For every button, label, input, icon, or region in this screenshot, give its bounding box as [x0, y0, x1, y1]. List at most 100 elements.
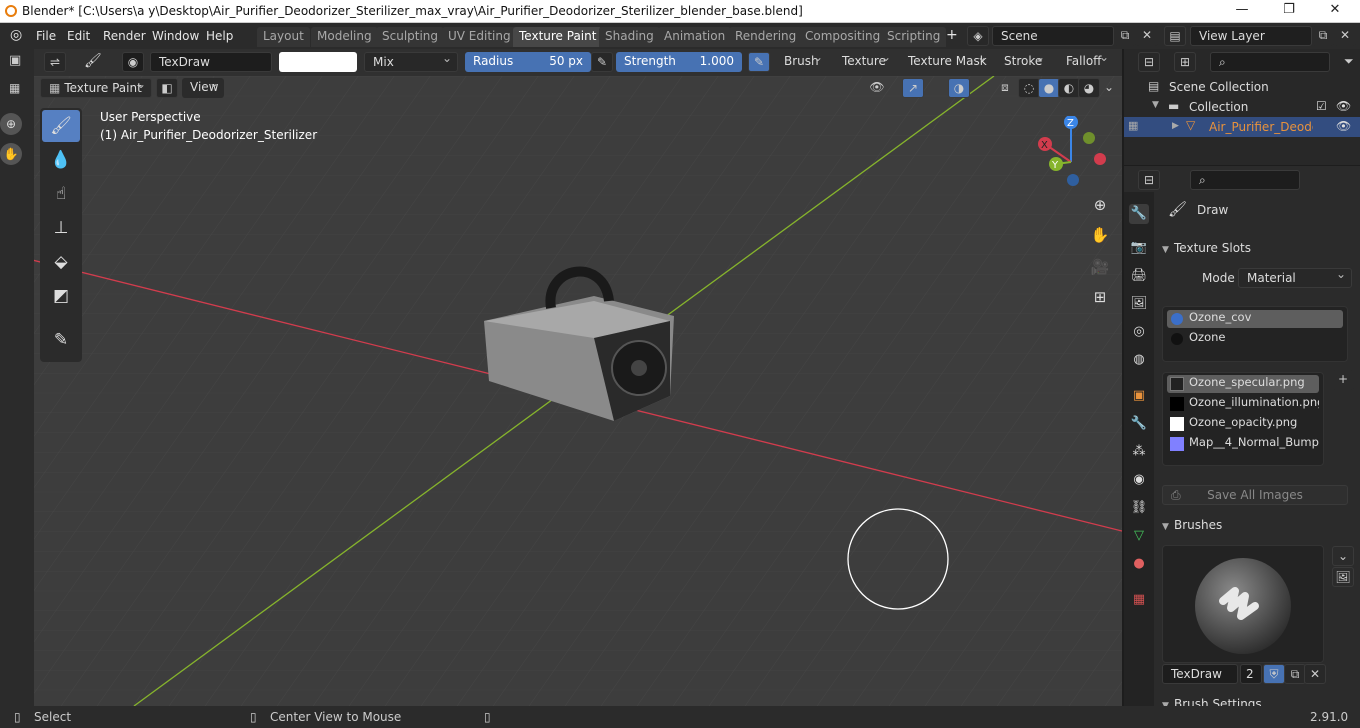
- scene-collection-label[interactable]: Scene Collection: [1169, 80, 1269, 94]
- object-label[interactable]: Air_Purifier_Deodoriz: [1209, 120, 1313, 134]
- navigation-gizmo[interactable]: Z X Y: [1029, 116, 1119, 196]
- tab-layout[interactable]: Layout: [257, 27, 310, 47]
- collection-label[interactable]: Collection: [1189, 100, 1248, 114]
- add-workspace-icon[interactable]: +: [946, 27, 958, 43]
- modifier-tab-icon[interactable]: 🔧: [1129, 414, 1149, 434]
- slot-mode-dropdown[interactable]: Material: [1238, 267, 1352, 288]
- collection-visibility-icon[interactable]: 👁: [1336, 99, 1351, 113]
- tab-rendering[interactable]: Rendering: [729, 27, 803, 47]
- tool-settings-icon[interactable]: ⇌: [44, 52, 66, 72]
- world-tab-icon[interactable]: ◍: [1129, 350, 1149, 370]
- editor-type-icon[interactable]: ▣: [9, 53, 21, 68]
- tab-shading[interactable]: Shading: [599, 27, 660, 47]
- view-layer-copy-icon[interactable]: ⧉: [1312, 26, 1334, 46]
- falloff-popover[interactable]: Falloff: [1058, 50, 1114, 72]
- blend-mode-dropdown[interactable]: Mix: [364, 51, 458, 72]
- menu-edit[interactable]: Edit: [67, 29, 90, 43]
- view-layer-field[interactable]: View Layer: [1190, 26, 1312, 46]
- close-button[interactable]: ✕: [1325, 2, 1345, 17]
- perspective-toggle-icon[interactable]: ⊞: [1087, 284, 1113, 310]
- menu-window[interactable]: Window: [152, 29, 199, 43]
- material-list[interactable]: Ozone_cov Ozone: [1162, 306, 1348, 362]
- brush-preview[interactable]: [1162, 545, 1324, 663]
- view-menu[interactable]: View: [182, 76, 224, 98]
- brush-popover[interactable]: Brush: [776, 50, 828, 72]
- radius-pressure-icon[interactable]: ✎: [591, 52, 613, 72]
- material-item-ozone-cov[interactable]: Ozone_cov: [1167, 310, 1343, 328]
- render-tab-icon[interactable]: 📷: [1129, 238, 1149, 258]
- particles-tab-icon[interactable]: ⁂: [1129, 442, 1149, 462]
- tab-compositing[interactable]: Compositing: [799, 27, 887, 47]
- data-tab-icon[interactable]: ▽: [1129, 526, 1149, 546]
- image-item-normal-bump[interactable]: Map__4_Normal_Bump....: [1167, 435, 1319, 453]
- radius-slider[interactable]: Radius 50 px: [465, 52, 591, 72]
- tab-animation[interactable]: Animation: [658, 27, 732, 47]
- smear-tool-icon[interactable]: ☝: [42, 178, 80, 210]
- zoom-icon[interactable]: ⊕: [0, 113, 22, 135]
- menu-help[interactable]: Help: [206, 29, 233, 43]
- texture-popover[interactable]: Texture: [834, 50, 896, 72]
- maximize-button[interactable]: ❐: [1279, 2, 1299, 17]
- image-slot-list[interactable]: Ozone_specular.png Ozone_illumination.pn…: [1162, 372, 1324, 466]
- scene-tab-icon[interactable]: ◎: [1129, 322, 1149, 342]
- material-shading-icon[interactable]: ◐: [1058, 78, 1080, 98]
- menu-render[interactable]: Render: [103, 29, 146, 43]
- material-item-ozone[interactable]: Ozone: [1167, 330, 1343, 348]
- view-layer-tab-icon[interactable]: 🖼: [1129, 294, 1149, 314]
- tab-modeling[interactable]: Modeling: [311, 27, 378, 47]
- visibility-icon[interactable]: 👁: [866, 78, 888, 98]
- add-image-slot-icon[interactable]: +: [1332, 370, 1354, 390]
- collapse-arrow-icon[interactable]: ▼: [1152, 100, 1159, 110]
- brush-icon[interactable]: 🖌: [84, 53, 102, 69]
- texture-mask-popover[interactable]: Texture Mask: [900, 50, 992, 72]
- draw-tool-icon[interactable]: 🖌: [42, 110, 80, 142]
- shading-options-icon[interactable]: ⌄: [1098, 78, 1120, 98]
- object-visibility-icon[interactable]: 👁: [1336, 119, 1351, 133]
- mode-dropdown[interactable]: ▦ Texture Paint: [40, 77, 152, 98]
- tab-uv-editing[interactable]: UV Editing: [442, 27, 517, 47]
- zoom-view-icon[interactable]: ⊕: [1087, 192, 1113, 218]
- tab-scripting[interactable]: Scripting: [881, 27, 947, 47]
- duplicate-brush-icon[interactable]: ⧉: [1284, 664, 1306, 684]
- material-tab-icon[interactable]: ●: [1129, 554, 1149, 574]
- tab-sculpting[interactable]: Sculpting: [376, 27, 445, 47]
- scene-copy-icon[interactable]: ⧉: [1114, 26, 1136, 46]
- xray-toggle-icon[interactable]: ⧈: [994, 78, 1016, 98]
- strength-slider[interactable]: Strength 1.000: [616, 52, 742, 72]
- output-tab-icon[interactable]: 🖨: [1129, 266, 1149, 286]
- annotate-tool-icon[interactable]: ✎: [42, 324, 80, 356]
- tab-texture-paint[interactable]: Texture Paint: [513, 27, 603, 47]
- brush-dropdown-icon[interactable]: ⌄: [1332, 546, 1354, 566]
- unlink-brush-icon[interactable]: ✕: [1304, 664, 1326, 684]
- fake-user-shield-icon[interactable]: ⛨: [1263, 664, 1285, 684]
- brushes-panel-header[interactable]: ▼ Brushes: [1156, 518, 1356, 540]
- display-mode-icon[interactable]: ⊞: [1174, 52, 1196, 72]
- scene-name-field[interactable]: Scene: [992, 26, 1114, 46]
- clone-tool-icon[interactable]: ⊥: [42, 212, 80, 244]
- texture-slots-panel-header[interactable]: ▼ Texture Slots: [1156, 241, 1356, 263]
- properties-search-input[interactable]: ⌕: [1190, 170, 1300, 190]
- properties-editor-type-icon[interactable]: ⊟: [1138, 170, 1160, 190]
- pan-view-icon[interactable]: ✋: [1087, 222, 1113, 248]
- texture-tab-icon[interactable]: ▦: [1129, 590, 1149, 610]
- tool-tab-icon[interactable]: 🔧: [1129, 204, 1149, 224]
- image-item-opacity[interactable]: Ozone_opacity.png: [1167, 415, 1319, 433]
- brush-users-count[interactable]: 2: [1240, 664, 1262, 684]
- solid-shading-icon[interactable]: ●: [1038, 78, 1060, 98]
- view-layer-remove-icon[interactable]: ✕: [1334, 26, 1356, 46]
- wireframe-shading-icon[interactable]: ◌: [1018, 78, 1040, 98]
- image-item-illumination[interactable]: Ozone_illumination.png: [1167, 395, 1319, 413]
- brush-name-input[interactable]: TexDraw: [1162, 664, 1238, 684]
- brush-name-field[interactable]: TexDraw: [150, 52, 272, 72]
- brush-color-swatch[interactable]: [279, 52, 357, 72]
- fill-tool-icon[interactable]: ⬙: [42, 246, 80, 278]
- pan-hand-icon[interactable]: ✋: [0, 143, 22, 165]
- soften-tool-icon[interactable]: 💧: [42, 144, 80, 176]
- scene-remove-icon[interactable]: ✕: [1136, 26, 1158, 46]
- outliner-search-input[interactable]: ⌕: [1210, 52, 1330, 72]
- blender-menu-icon[interactable]: ◎: [10, 27, 22, 43]
- physics-tab-icon[interactable]: ◉: [1129, 470, 1149, 490]
- rendered-shading-icon[interactable]: ◕: [1078, 78, 1100, 98]
- mask-toggle-icon[interactable]: ◧: [156, 78, 178, 98]
- strength-pressure-icon[interactable]: ✎: [748, 52, 770, 72]
